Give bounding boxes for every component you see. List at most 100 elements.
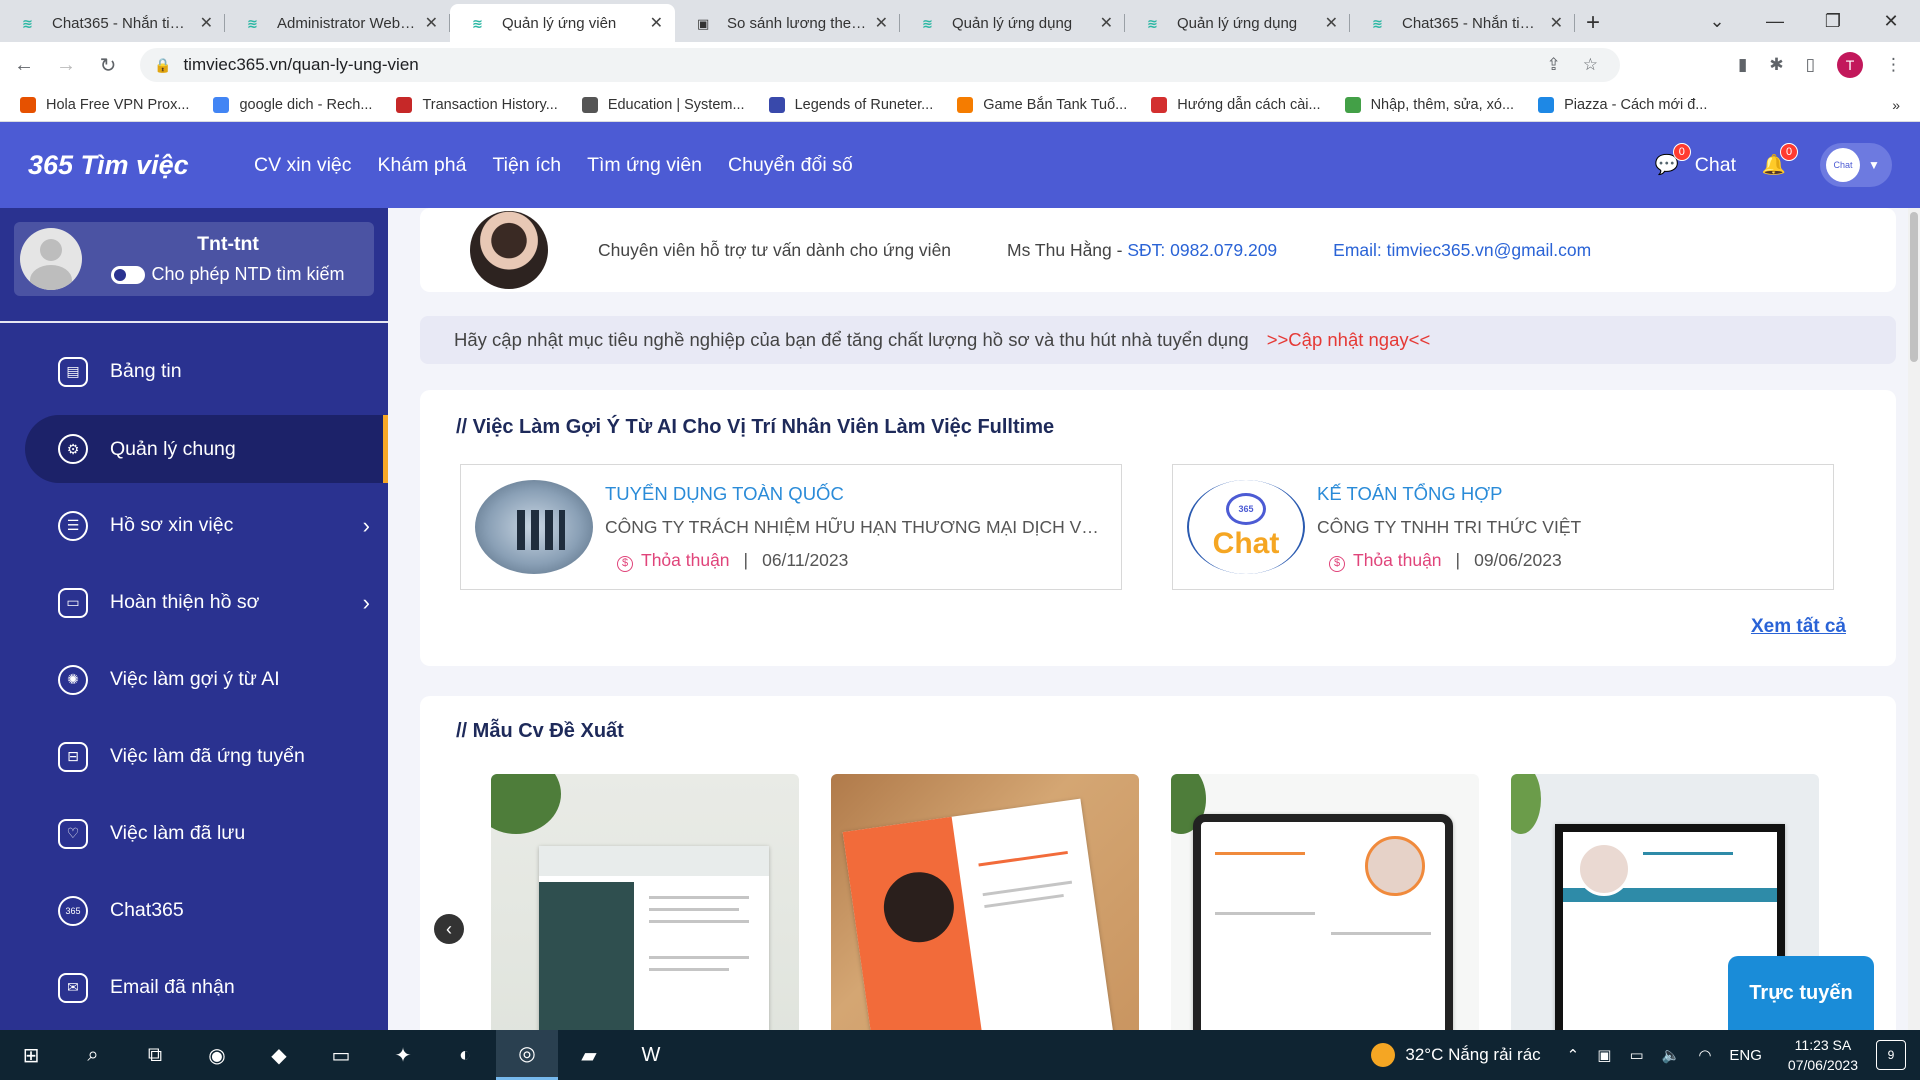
- online-support-button[interactable]: Trực tuyến: [1728, 956, 1874, 1030]
- lock-icon[interactable]: 🔒: [154, 57, 171, 74]
- url-bar[interactable]: 🔒 timviec365.vn/quan-ly-ung-vien ⇪ ☆: [140, 48, 1620, 82]
- app-icon[interactable]: ✦: [372, 1030, 434, 1080]
- browser-tab-active[interactable]: ≋ Quản lý ứng viên ✕: [450, 4, 675, 42]
- language-indicator[interactable]: ENG: [1729, 1047, 1762, 1064]
- cv-template-card[interactable]: [831, 774, 1139, 1030]
- sidebar-item-complete-profile[interactable]: ▭ Hoàn thiện hồ sơ ›: [0, 564, 388, 641]
- sidebar-item-general-management[interactable]: ⚙ Quản lý chung: [25, 415, 388, 483]
- menu-dots-icon[interactable]: ⋮: [1885, 55, 1902, 75]
- toggle-switch[interactable]: [111, 265, 146, 284]
- browser-tab[interactable]: ≋ Administrator Website ✕: [225, 4, 450, 42]
- support-email[interactable]: Email: timviec365.vn@gmail.com: [1333, 240, 1591, 261]
- menu-item-explore[interactable]: Khám phá: [378, 154, 467, 177]
- bookmark-item[interactable]: Hướng dẫn cách cài...: [1151, 96, 1321, 113]
- word-icon[interactable]: W: [620, 1030, 682, 1080]
- volume-muted-icon[interactable]: 🔈: [1662, 1046, 1681, 1064]
- close-icon[interactable]: ✕: [650, 13, 663, 33]
- update-now-link[interactable]: >>Cập nhật ngay<<: [1267, 329, 1431, 351]
- avatar[interactable]: [20, 228, 82, 290]
- close-window-button[interactable]: ✕: [1862, 11, 1920, 32]
- chat-label[interactable]: Chat: [1695, 154, 1736, 177]
- bookmark-item[interactable]: google dich - Rech...: [213, 96, 372, 113]
- url-text[interactable]: timviec365.vn/quan-ly-ung-vien: [183, 55, 1546, 75]
- search-permission-toggle[interactable]: Cho phép NTD tìm kiếm: [82, 264, 374, 285]
- sidebar-item-received-email[interactable]: ✉ Email đã nhận: [0, 949, 388, 1026]
- puzzle-icon[interactable]: ✱: [1769, 55, 1783, 75]
- close-icon[interactable]: ✕: [200, 13, 213, 33]
- browser-tab[interactable]: ≋ Chat365 - Nhắn tin nh ✕: [0, 4, 225, 42]
- close-icon[interactable]: ✕: [1325, 13, 1338, 33]
- wifi-icon[interactable]: ◠: [1698, 1046, 1711, 1064]
- menu-item-cv[interactable]: CV xin việc: [254, 154, 352, 177]
- chat-icon[interactable]: 💬 0: [1651, 143, 1691, 181]
- company-name[interactable]: CÔNG TY TRÁCH NHIỆM HỮU HẠN THƯƠNG MẠI D…: [605, 517, 1105, 538]
- tray-app-icon[interactable]: ▣: [1597, 1046, 1611, 1064]
- file-explorer-icon[interactable]: ▭: [310, 1030, 372, 1080]
- notification-center-icon[interactable]: 9: [1876, 1040, 1906, 1070]
- search-icon[interactable]: ⌕: [62, 1030, 124, 1080]
- site-logo[interactable]: 365 Tìm việc: [28, 150, 218, 181]
- windows-start-icon[interactable]: ⊞: [0, 1030, 62, 1080]
- carousel-prev-button[interactable]: ‹: [434, 914, 464, 944]
- bookmark-item[interactable]: Education | System...: [581, 96, 745, 113]
- maximize-button[interactable]: ❐: [1804, 11, 1862, 32]
- sidebar-item-ai-jobs[interactable]: ✺ Việc làm gợi ý từ AI: [0, 641, 388, 718]
- forward-icon[interactable]: →: [48, 54, 84, 77]
- new-tab-button[interactable]: +: [1575, 4, 1611, 42]
- sidebar-item-saved-jobs[interactable]: ♡ Việc làm đã lưu: [0, 795, 388, 872]
- menu-item-utilities[interactable]: Tiện ích: [492, 154, 561, 177]
- chrome-icon[interactable]: ◎: [496, 1030, 558, 1080]
- close-icon[interactable]: ✕: [875, 13, 888, 33]
- close-icon[interactable]: ✕: [1550, 13, 1563, 33]
- user-menu-button[interactable]: Chat ▼: [1820, 143, 1892, 187]
- sidebar-item-applied-jobs[interactable]: ⊟ Việc làm đã ứng tuyển: [0, 718, 388, 795]
- scrollbar[interactable]: [1908, 208, 1920, 1030]
- bookmark-item[interactable]: Transaction History...: [396, 96, 558, 113]
- sidebar-item-newsfeed[interactable]: ▤ Bảng tin: [0, 333, 388, 410]
- menu-item-find-candidates[interactable]: Tìm ứng viên: [587, 154, 702, 177]
- bell-icon[interactable]: 🔔 0: [1758, 143, 1798, 181]
- sidepanel-icon[interactable]: ▯: [1806, 55, 1815, 75]
- job-title[interactable]: TUYỂN DỤNG TOÀN QUỐC: [605, 483, 1105, 505]
- browser-tab[interactable]: ≋ Quản lý ứng dụng ✕: [1125, 4, 1350, 42]
- menu-item-digital-transformation[interactable]: Chuyển đổi số: [728, 154, 853, 177]
- sidebar-item-resume[interactable]: ☰ Hồ sơ xin việc ›: [0, 487, 388, 564]
- bookmark-item[interactable]: Game Bắn Tank Tuổ...: [957, 96, 1127, 113]
- app-icon[interactable]: ▰: [558, 1030, 620, 1080]
- browser-tab[interactable]: ≋ Quản lý ứng dụng ✕: [900, 4, 1125, 42]
- job-card[interactable]: TUYỂN DỤNG TOÀN QUỐC CÔNG TY TRÁCH NHIỆM…: [460, 464, 1122, 590]
- browser-tab[interactable]: ≋ Chat365 - Nhắn tin nh ✕: [1350, 4, 1575, 42]
- cv-template-card[interactable]: [1171, 774, 1479, 1030]
- scrollbar-thumb[interactable]: [1910, 212, 1918, 362]
- bookmarks-overflow-icon[interactable]: »: [1892, 97, 1900, 113]
- close-icon[interactable]: ✕: [425, 13, 438, 33]
- browser-tab[interactable]: ▣So sánh lương theo các✕: [675, 4, 900, 42]
- sidebar-item-chat365[interactable]: 365 Chat365: [0, 872, 388, 949]
- cv-template-card[interactable]: [491, 774, 799, 1030]
- task-view-icon[interactable]: ⧉: [124, 1030, 186, 1080]
- extension-icon[interactable]: ▮: [1738, 55, 1747, 75]
- star-icon[interactable]: ☆: [1583, 55, 1598, 75]
- teamviewer-icon[interactable]: ◉: [186, 1030, 248, 1080]
- tab-search-icon[interactable]: ⌄: [1688, 11, 1746, 32]
- edge-icon[interactable]: ◐: [434, 1030, 496, 1080]
- share-icon[interactable]: ⇪: [1547, 55, 1561, 75]
- reload-icon[interactable]: ↻: [90, 53, 126, 78]
- minimize-button[interactable]: —: [1746, 11, 1804, 32]
- app-icon[interactable]: ◆: [248, 1030, 310, 1080]
- battery-icon[interactable]: ▭: [1629, 1046, 1643, 1064]
- weather-widget[interactable]: 32°C Nắng rải rác: [1371, 1043, 1541, 1067]
- close-icon[interactable]: ✕: [1100, 13, 1113, 33]
- job-title[interactable]: KẾ TOÁN TỔNG HỢP: [1317, 483, 1817, 505]
- bookmark-item[interactable]: Nhập, thêm, sửa, xó...: [1344, 96, 1514, 113]
- bookmark-item[interactable]: Legends of Runeter...: [768, 96, 933, 113]
- bookmark-item[interactable]: Piazza - Cách mới đ...: [1538, 96, 1707, 113]
- back-icon[interactable]: ←: [6, 54, 42, 77]
- job-card[interactable]: 365 Chat KẾ TOÁN TỔNG HỢP CÔNG TY TNHH TR…: [1172, 464, 1834, 590]
- bookmark-item[interactable]: Hola Free VPN Prox...: [20, 96, 189, 113]
- support-phone[interactable]: SĐT: 0982.079.209: [1127, 240, 1277, 260]
- clock[interactable]: 11:23 SA 07/06/2023: [1788, 1035, 1858, 1075]
- profile-avatar[interactable]: T: [1837, 52, 1863, 78]
- see-all-link[interactable]: Xem tất cả: [1751, 616, 1846, 638]
- company-name[interactable]: CÔNG TY TNHH TRI THỨC VIỆT: [1317, 517, 1817, 538]
